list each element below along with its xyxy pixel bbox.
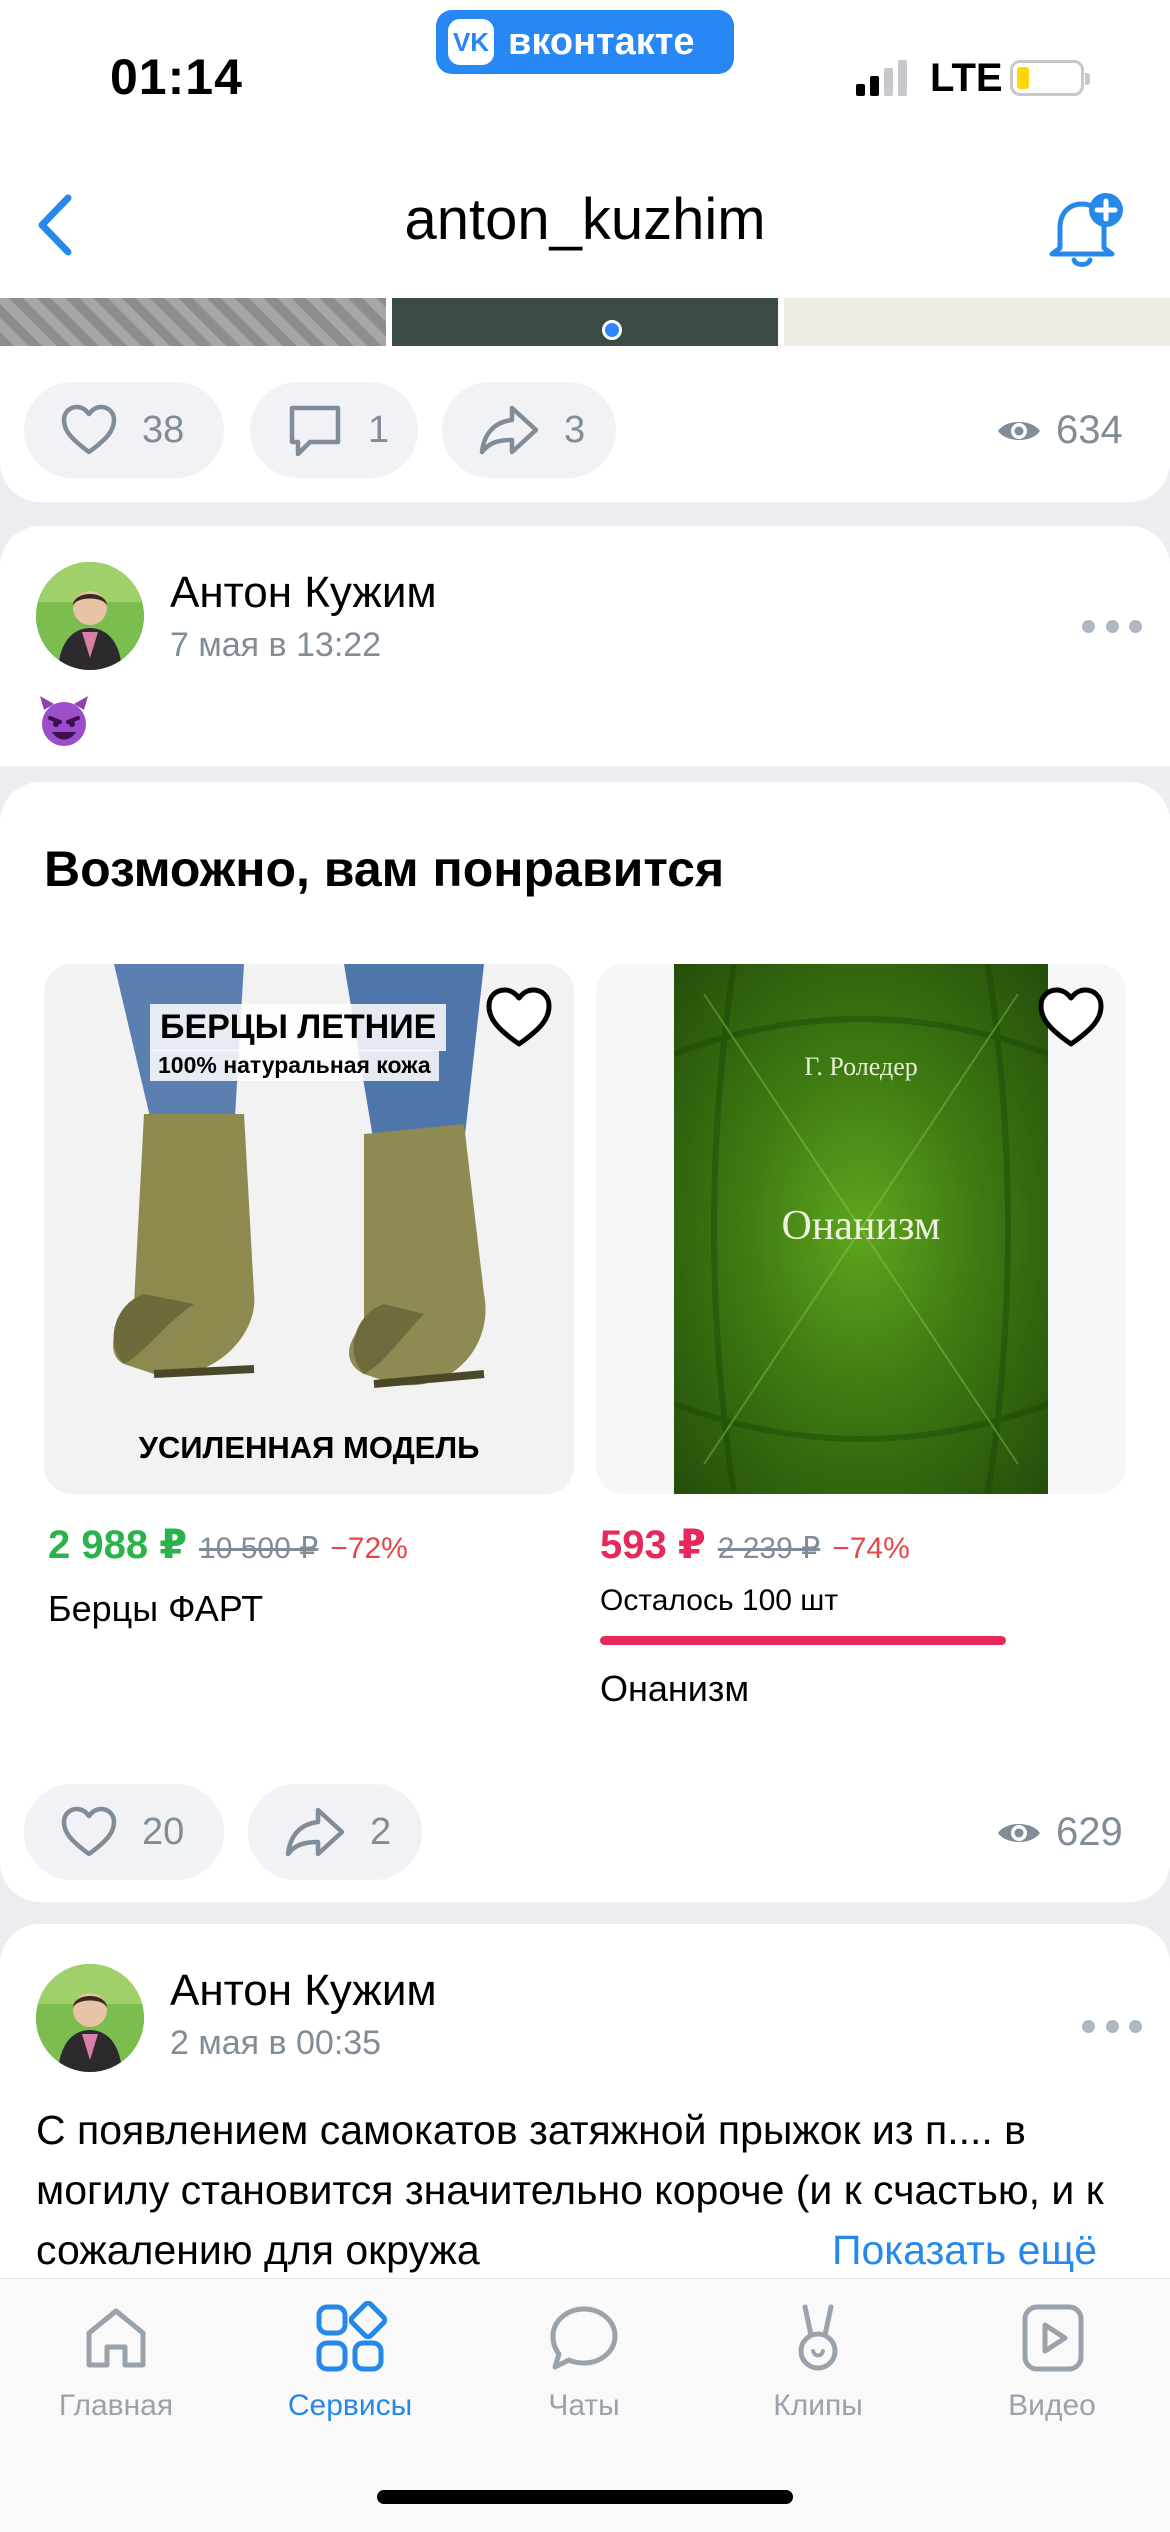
eye-icon — [998, 1823, 1040, 1842]
comment-count: 1 — [368, 408, 390, 451]
home-icon — [86, 2308, 146, 2368]
tab-video[interactable]: Видео — [952, 2301, 1152, 2423]
product-old-price: 2 239 ₽ — [717, 1532, 821, 1565]
view-count: 629 — [1056, 1810, 1123, 1854]
vk-app-badge[interactable]: VK вконтакте — [436, 10, 734, 74]
tab-services[interactable]: Сервисы — [250, 2301, 450, 2423]
avatar[interactable] — [36, 562, 144, 670]
like-count: 20 — [142, 1810, 185, 1853]
post-author[interactable]: Антон Кужим — [170, 568, 437, 618]
product-image-caption-sub: 100% натуральная кожа — [150, 1050, 439, 1081]
heart-icon — [61, 1806, 117, 1857]
product-image-caption-bottom: УСИЛЕННАЯ МОДЕЛЬ — [138, 1430, 480, 1465]
chat-icon — [550, 2306, 618, 2370]
product-discount: −72% — [330, 1532, 408, 1565]
status-bar: 01:14 VK вконтакте LTE — [0, 0, 1170, 150]
tab-label: Видео — [1008, 2389, 1096, 2422]
product-name[interactable]: Берцы ФАРТ — [48, 1588, 263, 1630]
product-current-price: 593 ₽ — [600, 1523, 706, 1567]
tab-label: Чаты — [548, 2389, 620, 2422]
tab-chats[interactable]: Чаты — [484, 2301, 684, 2423]
product-name[interactable]: Онанизм — [600, 1668, 749, 1710]
post-date: 7 мая в 13:22 — [170, 626, 382, 664]
signal-icon — [856, 60, 907, 96]
tab-home[interactable]: Главная — [16, 2301, 216, 2423]
share-count: 3 — [564, 408, 586, 451]
product-price: 2 988 ₽ 10 500 ₽ −72% — [48, 1522, 408, 1568]
eye-icon — [998, 421, 1040, 440]
post-photos-strip[interactable] — [0, 298, 1170, 346]
share-button[interactable]: 2 — [248, 1784, 422, 1880]
network-type: LTE — [930, 56, 1003, 100]
product-image-caption-top: БЕРЦЫ ЛЕТНИЕ — [150, 1004, 447, 1051]
view-count: 634 — [1056, 408, 1123, 452]
post-photo[interactable] — [784, 298, 1170, 346]
product-discount: −74% — [832, 1532, 910, 1565]
vk-app-badge-label: вконтакте — [508, 20, 695, 63]
services-icon — [316, 2301, 387, 2372]
product-stock-label: Осталось 100 шт — [600, 1584, 839, 1617]
post-author[interactable]: Антон Кужим — [170, 1966, 437, 2016]
heart-icon — [61, 404, 117, 455]
smiling-devil-emoji-icon — [40, 696, 88, 746]
post-menu-icon[interactable] — [1082, 2016, 1142, 2036]
like-count: 38 — [142, 408, 185, 451]
avatar[interactable] — [36, 1964, 144, 2072]
tab-label: Сервисы — [287, 2389, 413, 2422]
status-time: 01:14 — [110, 49, 243, 105]
tab-clips[interactable]: Клипы — [718, 2301, 918, 2423]
subscribe-bell-icon[interactable] — [1040, 190, 1130, 270]
video-icon — [1022, 2304, 1084, 2372]
battery-icon — [1010, 60, 1090, 96]
clips-icon — [798, 2304, 838, 2371]
page-title: anton_kuzhim — [404, 187, 766, 252]
favorite-heart-icon[interactable] — [484, 986, 554, 1050]
book-cover: Г. Роледер Онанизм — [674, 964, 1048, 1494]
like-button[interactable]: 20 — [24, 1784, 224, 1880]
vk-logo-icon: VK — [448, 19, 494, 65]
tab-label: Клипы — [773, 2389, 863, 2422]
show-more-link[interactable]: Показать ещё — [826, 2220, 1098, 2280]
book-cover-author: Г. Роледер — [804, 1052, 918, 1081]
favorite-heart-icon[interactable] — [1036, 986, 1106, 1050]
post-card: 38 1 3 634 — [0, 346, 1170, 502]
post-photo[interactable] — [0, 298, 386, 346]
view-counter: 629 — [996, 1810, 1123, 1855]
share-count: 2 — [370, 1810, 392, 1853]
product-current-price: 2 988 ₽ — [48, 1523, 188, 1567]
product-stock-bar — [600, 1636, 1006, 1645]
post-date: 2 мая в 00:35 — [170, 2024, 382, 2062]
view-counter: 634 — [996, 408, 1123, 453]
post-photo[interactable] — [392, 298, 778, 346]
comment-button[interactable]: 1 — [250, 382, 418, 478]
product-old-price: 10 500 ₽ — [199, 1532, 319, 1565]
tab-label: Главная — [58, 2389, 174, 2422]
like-button[interactable]: 38 — [24, 382, 224, 478]
home-indicator — [377, 2490, 793, 2504]
nav-header: anton_kuzhim — [0, 150, 1170, 298]
share-icon — [285, 1807, 345, 1857]
product-price: 593 ₽ 2 239 ₽ −74% — [600, 1522, 910, 1568]
post-menu-icon[interactable] — [1082, 616, 1142, 636]
book-cover-title: Онанизм — [781, 1203, 941, 1249]
comment-icon — [289, 405, 341, 457]
post-card: Антон Кужим 7 мая в 13:22 — [0, 526, 1170, 766]
share-button[interactable]: 3 — [442, 382, 616, 478]
share-icon — [479, 405, 539, 455]
recommendations-title: Возможно, вам понравится — [44, 841, 725, 897]
